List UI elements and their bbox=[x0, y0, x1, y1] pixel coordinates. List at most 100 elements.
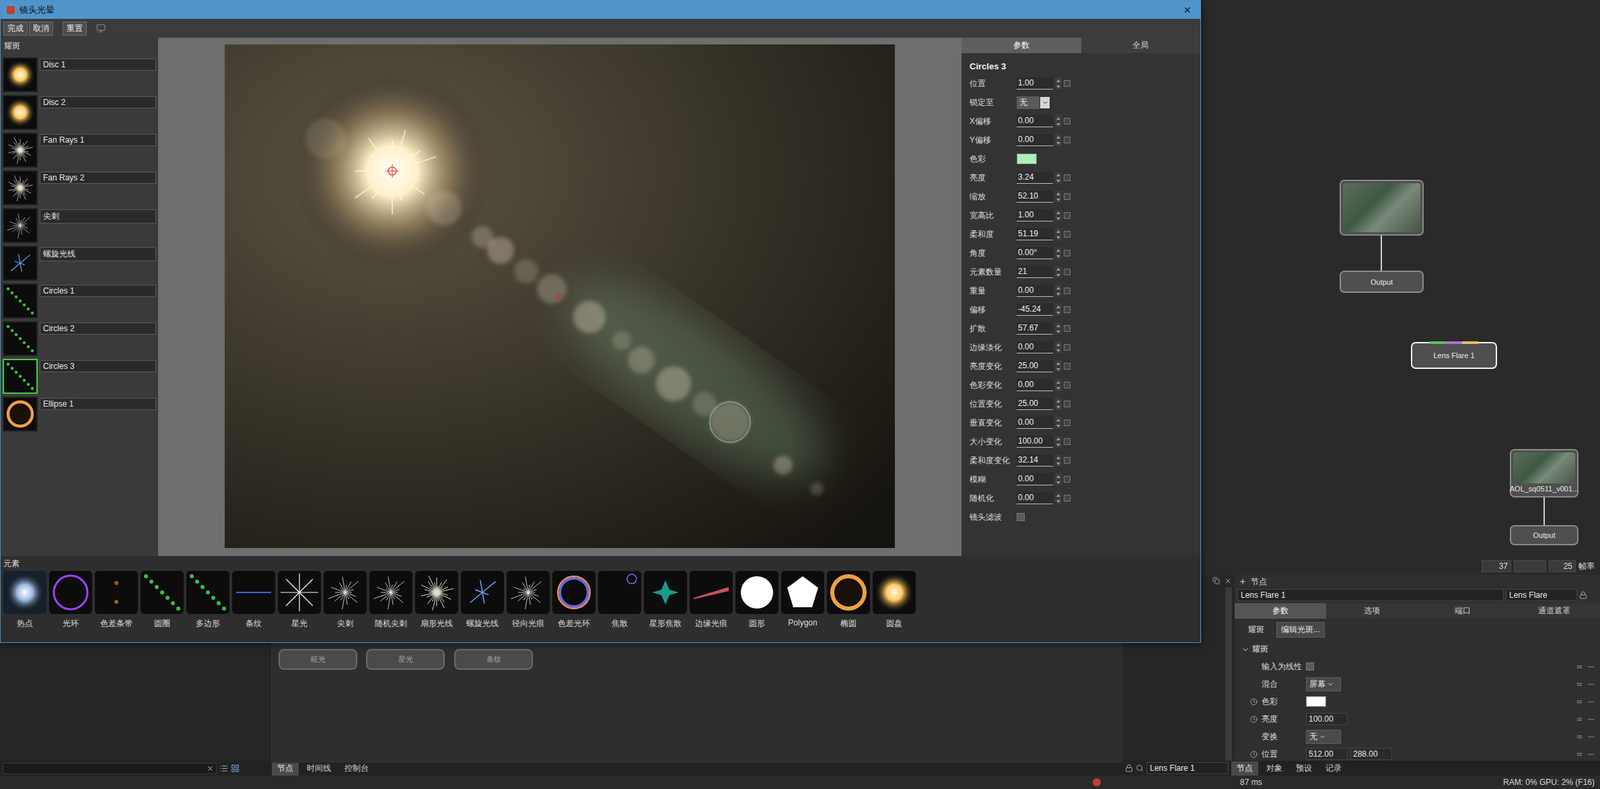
toolbar-button[interactable]: 重置 bbox=[62, 21, 87, 36]
editor-node[interactable]: 条纹 bbox=[454, 648, 533, 670]
element-item[interactable]: 光环 bbox=[47, 570, 94, 630]
flare-name-field[interactable]: Fan Rays 2 bbox=[39, 171, 157, 184]
flare-name-field[interactable]: Circles 3 bbox=[39, 359, 157, 373]
flare-thumbnail[interactable] bbox=[2, 132, 38, 168]
group-header[interactable]: 耀斑 bbox=[1234, 639, 1600, 658]
keyframe-button[interactable] bbox=[1063, 306, 1071, 313]
number-field[interactable]: 512.00 bbox=[1305, 747, 1348, 760]
scrollbar[interactable] bbox=[1225, 586, 1232, 763]
keyframe-button[interactable] bbox=[1063, 117, 1071, 125]
element-thumbnail[interactable] bbox=[369, 570, 413, 614]
keyframe-button[interactable] bbox=[1063, 249, 1071, 257]
spinner[interactable] bbox=[1055, 246, 1062, 260]
graph-node[interactable]: Lens Flare 1 bbox=[1410, 341, 1498, 369]
editor-node[interactable]: 星光 bbox=[366, 648, 445, 670]
close-button[interactable]: × bbox=[1179, 4, 1195, 17]
graph-node[interactable] bbox=[1339, 179, 1424, 236]
more-icon[interactable] bbox=[1587, 662, 1595, 671]
spinner[interactable] bbox=[1055, 190, 1062, 203]
element-thumbnail[interactable] bbox=[232, 570, 276, 614]
number-field[interactable]: 0.00° bbox=[1016, 246, 1053, 260]
flare-item[interactable]: Disc 2 bbox=[2, 94, 157, 130]
number-field[interactable]: 25.00 bbox=[1016, 397, 1053, 410]
timeline-slider[interactable] bbox=[1513, 559, 1547, 572]
number-field[interactable]: 0.00 bbox=[1016, 341, 1053, 354]
flare-name-field[interactable]: Disc 1 bbox=[39, 58, 157, 71]
spinner[interactable] bbox=[1055, 341, 1062, 354]
spinner[interactable] bbox=[1055, 171, 1062, 184]
flare-thumbnail[interactable] bbox=[2, 358, 38, 394]
element-item[interactable]: 焦散 bbox=[596, 570, 643, 630]
keyframe-button[interactable] bbox=[1063, 419, 1071, 426]
toolbar-button[interactable]: 取消 bbox=[28, 21, 54, 36]
number-field[interactable]: 52.10 bbox=[1016, 190, 1053, 203]
flare-name-field[interactable]: Ellipse 1 bbox=[39, 397, 157, 410]
params-tab[interactable]: 全局 bbox=[1081, 37, 1202, 54]
spinner[interactable] bbox=[1055, 77, 1062, 90]
flare-thumbnail[interactable] bbox=[2, 170, 38, 206]
flare-thumbnail[interactable] bbox=[2, 57, 38, 93]
element-item[interactable]: 星光 bbox=[276, 570, 323, 630]
more-icon[interactable] bbox=[1587, 680, 1595, 688]
keyframe-button[interactable] bbox=[1063, 400, 1071, 408]
keyframe-button[interactable] bbox=[1063, 193, 1071, 200]
keyframe-button[interactable] bbox=[1063, 475, 1071, 483]
element-thumbnail[interactable] bbox=[49, 570, 93, 614]
params-tab[interactable]: 参数 bbox=[961, 37, 1082, 54]
element-item[interactable]: 圆形 bbox=[734, 570, 780, 630]
monitor-icon[interactable] bbox=[96, 23, 106, 33]
number-field[interactable]: 100.00 bbox=[1016, 435, 1053, 448]
number-field[interactable]: 100.00 bbox=[1305, 712, 1348, 725]
lock-icon[interactable] bbox=[1579, 590, 1588, 599]
flare-item[interactable]: 尖刺 bbox=[2, 207, 157, 243]
edit-flare-button[interactable]: 编辑光斑... bbox=[1276, 621, 1325, 638]
element-item[interactable]: 扇形光线 bbox=[413, 570, 460, 630]
element-thumbnail[interactable] bbox=[277, 570, 321, 614]
element-item[interactable]: Polygon bbox=[779, 570, 826, 630]
node-name-field[interactable]: Lens Flare 1 bbox=[1237, 588, 1504, 601]
keyframe-button[interactable] bbox=[1063, 268, 1071, 276]
number-field[interactable]: 1.00 bbox=[1016, 209, 1053, 222]
element-item[interactable]: 圆圈 bbox=[139, 570, 186, 630]
element-thumbnail[interactable] bbox=[460, 570, 504, 614]
element-item[interactable]: 随机尖刺 bbox=[368, 570, 414, 630]
editor-node[interactable]: 眩光 bbox=[278, 648, 358, 670]
element-item[interactable]: 径向光痕 bbox=[505, 570, 552, 630]
spinner[interactable] bbox=[1055, 265, 1062, 278]
link-icon[interactable] bbox=[1575, 732, 1584, 741]
link-icon[interactable] bbox=[1575, 680, 1584, 688]
spinner[interactable] bbox=[1055, 228, 1062, 241]
light-source-crosshair-icon[interactable] bbox=[384, 163, 400, 179]
flare-preview[interactable] bbox=[224, 44, 895, 548]
properties-tab[interactable]: 选项 bbox=[1326, 602, 1418, 619]
flare-item[interactable]: Fan Rays 1 bbox=[2, 132, 157, 168]
keyframe-button[interactable] bbox=[1063, 287, 1071, 295]
bottom-tab[interactable]: 节点 bbox=[1231, 760, 1259, 776]
flare-thumbnail[interactable] bbox=[2, 94, 38, 130]
flare-name-field[interactable]: Circles 2 bbox=[39, 322, 157, 335]
element-thumbnail[interactable] bbox=[598, 570, 642, 614]
flare-name-field[interactable]: 尖刺 bbox=[39, 209, 157, 224]
link-icon[interactable] bbox=[1575, 750, 1584, 758]
keyframe-button[interactable] bbox=[1063, 174, 1071, 181]
spinner[interactable] bbox=[1055, 359, 1062, 373]
frame-field[interactable]: 37 bbox=[1481, 559, 1512, 572]
flare-thumbnail[interactable] bbox=[2, 320, 38, 356]
element-thumbnail[interactable] bbox=[552, 570, 596, 614]
spinner[interactable] bbox=[1055, 378, 1062, 391]
number-field[interactable]: 288.00 bbox=[1350, 747, 1393, 760]
flare-thumbnail[interactable] bbox=[2, 207, 38, 243]
keyframe-icon[interactable] bbox=[1250, 750, 1258, 758]
number-field[interactable]: 0.00 bbox=[1016, 284, 1053, 297]
flare-item[interactable]: Ellipse 1 bbox=[2, 396, 157, 432]
element-item[interactable]: 椭圆 bbox=[825, 570, 872, 630]
param-checkbox[interactable] bbox=[1016, 512, 1025, 521]
element-thumbnail[interactable] bbox=[643, 570, 687, 614]
element-thumbnail[interactable] bbox=[826, 570, 870, 614]
bottom-tab[interactable]: 记录 bbox=[1320, 760, 1348, 776]
spinner[interactable] bbox=[1055, 454, 1062, 467]
title-bar[interactable]: 镜头光晕× bbox=[0, 0, 1201, 19]
spinner[interactable] bbox=[1055, 473, 1062, 486]
spinner[interactable] bbox=[1055, 435, 1062, 448]
keyframe-icon[interactable] bbox=[1250, 715, 1258, 723]
